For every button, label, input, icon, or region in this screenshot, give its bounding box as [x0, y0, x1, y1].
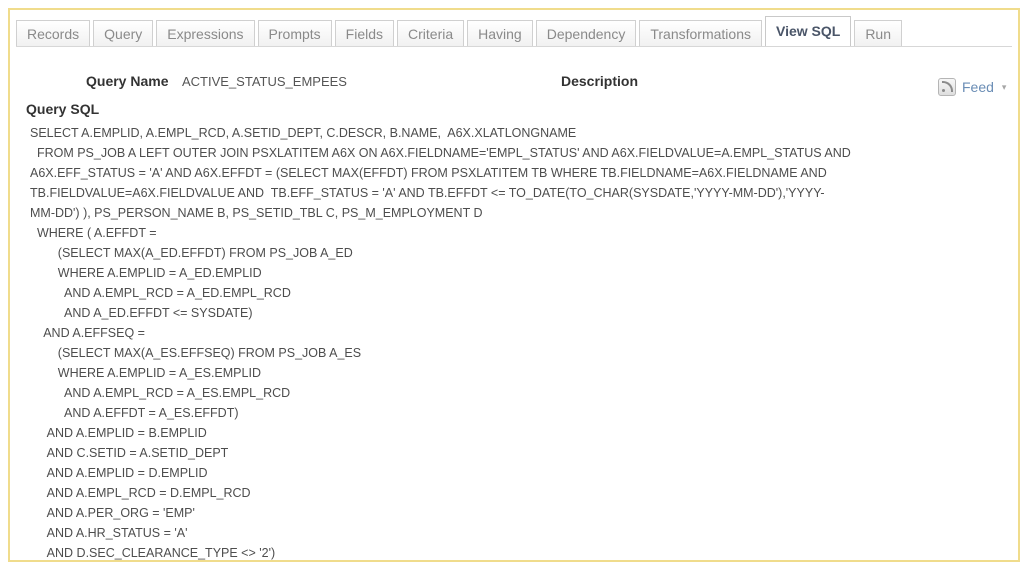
query-sql-text: SELECT A.EMPLID, A.EMPL_RCD, A.SETID_DEP…: [30, 123, 970, 563]
tab-run[interactable]: Run: [854, 20, 902, 46]
tab-having[interactable]: Having: [467, 20, 533, 46]
sql-line: AND A.EMPLID = D.EMPLID: [30, 466, 208, 480]
query-manager-panel: Records Query Expressions Prompts Fields…: [8, 8, 1020, 562]
tab-expressions[interactable]: Expressions: [156, 20, 255, 46]
sql-line: AND A.EFFSEQ =: [30, 326, 145, 340]
query-name-label: Query Name: [86, 73, 169, 89]
feed-button[interactable]: Feed ▾: [938, 78, 1006, 96]
sql-line: AND A.HR_STATUS = 'A': [30, 526, 188, 540]
tab-prompts[interactable]: Prompts: [257, 20, 332, 46]
sql-line: AND A.EMPL_RCD = A_ES.EMPL_RCD: [30, 386, 291, 400]
sql-line: AND A.EMPL_RCD = D.EMPL_RCD: [30, 486, 251, 500]
sql-line: AND A_ED.EFFDT <= SYSDATE): [30, 306, 253, 320]
sql-line: WHERE A.EMPLID = A_ED.EMPLID: [30, 266, 262, 280]
sql-line: AND C.SETID = A.SETID_DEPT: [30, 446, 229, 460]
sql-line: FROM PS_JOB A LEFT OUTER JOIN PSXLATITEM…: [30, 146, 851, 160]
sql-line: AND D.SEC_CLEARANCE_TYPE <> '2'): [30, 546, 276, 560]
chevron-down-icon: ▾: [1001, 81, 1007, 92]
sql-line: MM-DD') ), PS_PERSON_NAME B, PS_SETID_TB…: [30, 206, 483, 220]
tab-bar: Records Query Expressions Prompts Fields…: [16, 14, 1012, 46]
sql-line: AND A.EMPL_RCD = A_ED.EMPL_RCD: [30, 286, 291, 300]
tab-criteria[interactable]: Criteria: [397, 20, 465, 46]
description-label: Description: [561, 73, 639, 89]
tab-dependency[interactable]: Dependency: [535, 20, 637, 46]
query-name-value: ACTIVE_STATUS_EMPEES: [182, 74, 347, 89]
sql-line: TB.FIELDVALUE=A6X.FIELDVALUE AND TB.EFF_…: [30, 186, 825, 200]
sql-line: WHERE A.EMPLID = A_ES.EMPLID: [30, 366, 261, 380]
tab-records[interactable]: Records: [16, 20, 91, 46]
feed-label: Feed: [962, 79, 994, 95]
sql-line: SELECT A.EMPLID, A.EMPL_RCD, A.SETID_DEP…: [30, 126, 577, 140]
tab-divider: [16, 46, 1012, 47]
tab-query[interactable]: Query: [93, 20, 154, 46]
sql-line: AND A.EFFDT = A_ES.EFFDT): [30, 406, 239, 420]
query-sql-label: Query SQL: [26, 101, 100, 117]
rss-feed-icon: [938, 78, 956, 96]
sql-line: AND A.EMPLID = B.EMPLID: [30, 426, 207, 440]
tab-view-sql[interactable]: View SQL: [764, 16, 852, 46]
tab-transformations[interactable]: Transformations: [639, 20, 762, 46]
sql-line: AND A.PER_ORG = 'EMP': [30, 506, 195, 520]
sql-line: (SELECT MAX(A_ED.EFFDT) FROM PS_JOB A_ED: [30, 246, 353, 260]
sql-line: A6X.EFF_STATUS = 'A' AND A6X.EFFDT = (SE…: [30, 166, 827, 180]
tab-fields[interactable]: Fields: [334, 20, 395, 46]
sql-line: (SELECT MAX(A_ES.EFFSEQ) FROM PS_JOB A_E…: [30, 346, 362, 360]
sql-line: WHERE ( A.EFFDT =: [30, 226, 157, 240]
